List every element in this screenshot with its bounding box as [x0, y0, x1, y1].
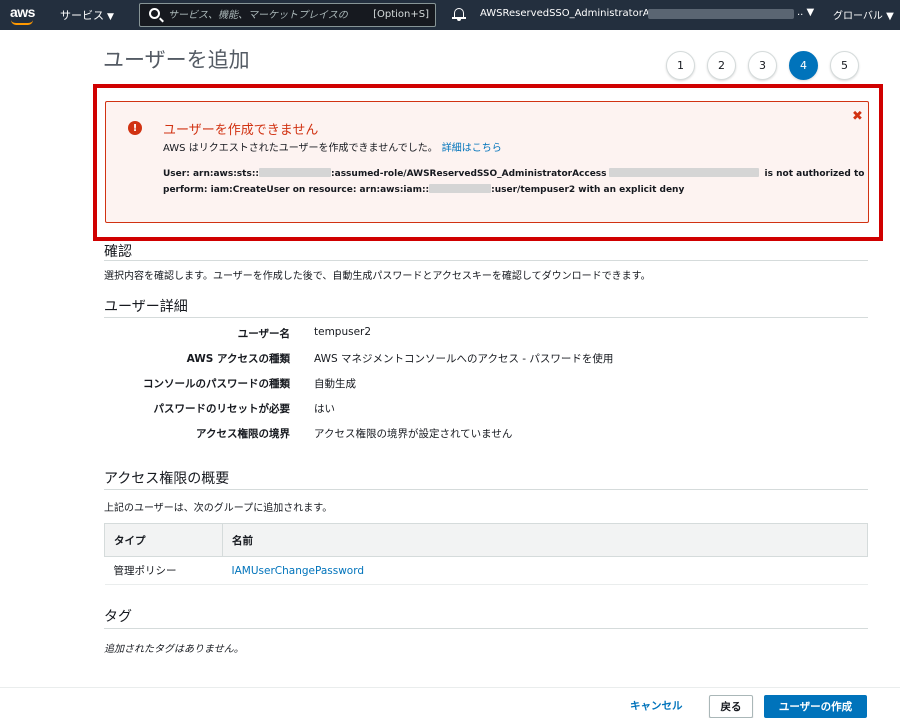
services-menu[interactable]: サービス ▼ [60, 7, 114, 23]
notifications-bell-icon[interactable] [452, 7, 466, 21]
detail-label: コンソールのパスワードの種類 [143, 378, 290, 390]
column-header-name: 名前 [222, 523, 868, 557]
tags-heading: タグ [104, 609, 132, 625]
detail-value: 自動生成 [314, 378, 356, 390]
step-2[interactable]: 2 [707, 51, 736, 80]
divider [104, 260, 868, 261]
aws-smile-icon [11, 20, 33, 25]
policy-link[interactable]: IAMUserChangePassword [232, 565, 365, 577]
detail-value: tempuser2 [314, 326, 372, 338]
table-row: 管理ポリシー IAMUserChangePassword [104, 556, 868, 585]
step-1[interactable]: 1 [666, 51, 695, 80]
redacted-role-suffix [608, 168, 759, 177]
detail-row-password-reset: パスワードのリセットが必要 はい [104, 401, 804, 417]
aws-logo-text: aws [10, 4, 35, 20]
cancel-button[interactable]: キャンセル [630, 698, 683, 713]
error-detail-part: User: arn:aws:sts:: [163, 169, 260, 179]
close-icon[interactable]: ✖ [852, 109, 863, 124]
cell-name: IAMUserChangePassword [222, 556, 868, 585]
error-icon: ! [128, 121, 142, 135]
tags-empty-message: 追加されたタグはありません。 [104, 644, 244, 655]
review-description: 選択内容を確認します。ユーザーを作成した後で、自動生成パスワードとアクセスキーを… [104, 271, 651, 282]
detail-row-permissions-boundary: アクセス権限の境界 アクセス権限の境界が設定されていません [104, 426, 804, 442]
back-button[interactable]: 戻る [709, 695, 753, 718]
search-shortcut: [Option+S] [373, 9, 429, 20]
error-description: AWS はリクエストされたユーザーを作成できませんでした。 詳細はこちら [163, 139, 502, 154]
detail-row-username: ユーザー名 tempuser2 [104, 326, 804, 342]
redacted-account-id [429, 184, 492, 193]
search-icon [149, 8, 160, 19]
detail-label: パスワードのリセットが必要 [153, 403, 291, 415]
redacted-account-id [259, 168, 332, 177]
cell-type: 管理ポリシー [104, 556, 223, 585]
error-alert: ! ユーザーを作成できません AWS はリクエストされたユーザーを作成できません… [105, 101, 869, 223]
error-detail-part: perform: iam:CreateUser on resource: arn… [163, 185, 430, 195]
detail-label: AWS アクセスの種類 [186, 353, 290, 365]
divider [104, 628, 868, 629]
error-detail-part: is not authorized to [764, 169, 865, 179]
search-box[interactable]: [Option+S] [139, 3, 436, 27]
table-header-row: タイプ 名前 [104, 523, 868, 557]
detail-value: はい [314, 403, 335, 415]
error-detail-line-1: User: arn:aws:sts:::assumed-role/AWSRese… [163, 168, 864, 179]
account-id-redacted [648, 9, 794, 19]
services-label: サービス [60, 9, 104, 22]
aws-logo[interactable]: aws [8, 3, 40, 27]
top-nav: aws サービス▼ [Option+S] AWSReservedSSO_Admi… [0, 0, 900, 30]
create-user-button[interactable]: ユーザーの作成 [764, 695, 867, 718]
learn-more-link[interactable]: 詳細はこちら [442, 143, 502, 154]
error-description-text: AWS はリクエストされたユーザーを作成できませんでした。 [163, 143, 438, 154]
column-header-type: タイプ [104, 523, 223, 557]
footer-divider [0, 687, 900, 688]
detail-row-access-type: AWS アクセスの種類 AWS マネジメントコンソールへのアクセス - パスワー… [104, 351, 804, 367]
error-detail-line-2: perform: iam:CreateUser on resource: arn… [163, 184, 684, 195]
detail-label: ユーザー名 [237, 328, 290, 340]
error-detail-part: :assumed-role/AWSReservedSSO_Administrat… [331, 169, 607, 179]
step-indicator: 1 2 3 4 5 [666, 51, 859, 80]
account-menu-caret[interactable]: .. ▼ [797, 7, 814, 18]
step-3[interactable]: 3 [748, 51, 777, 80]
error-detail-part: :user/tempuser2 with an explicit deny [491, 185, 685, 195]
permissions-table: タイプ 名前 管理ポリシー IAMUserChangePassword [104, 523, 868, 585]
step-5[interactable]: 5 [830, 51, 859, 80]
page-title: ユーザーを追加 [103, 48, 250, 72]
error-title: ユーザーを作成できません [163, 123, 319, 138]
step-4[interactable]: 4 [789, 51, 818, 80]
detail-value: アクセス権限の境界が設定されていません [314, 428, 513, 440]
detail-value: AWS マネジメントコンソールへのアクセス - パスワードを使用 [314, 353, 614, 365]
caret-down-icon: ▼ [107, 12, 114, 22]
region-selector[interactable]: グローバル ▼ [833, 7, 894, 22]
divider [104, 317, 868, 318]
user-details-heading: ユーザー詳細 [104, 299, 188, 315]
review-heading: 確認 [104, 244, 132, 260]
permissions-heading: アクセス権限の概要 [104, 471, 230, 487]
divider [104, 489, 868, 490]
detail-label: アクセス権限の境界 [196, 428, 290, 440]
detail-row-password-type: コンソールのパスワードの種類 自動生成 [104, 376, 804, 392]
permissions-description: 上記のユーザーは、次のグループに追加されます。 [104, 503, 333, 514]
